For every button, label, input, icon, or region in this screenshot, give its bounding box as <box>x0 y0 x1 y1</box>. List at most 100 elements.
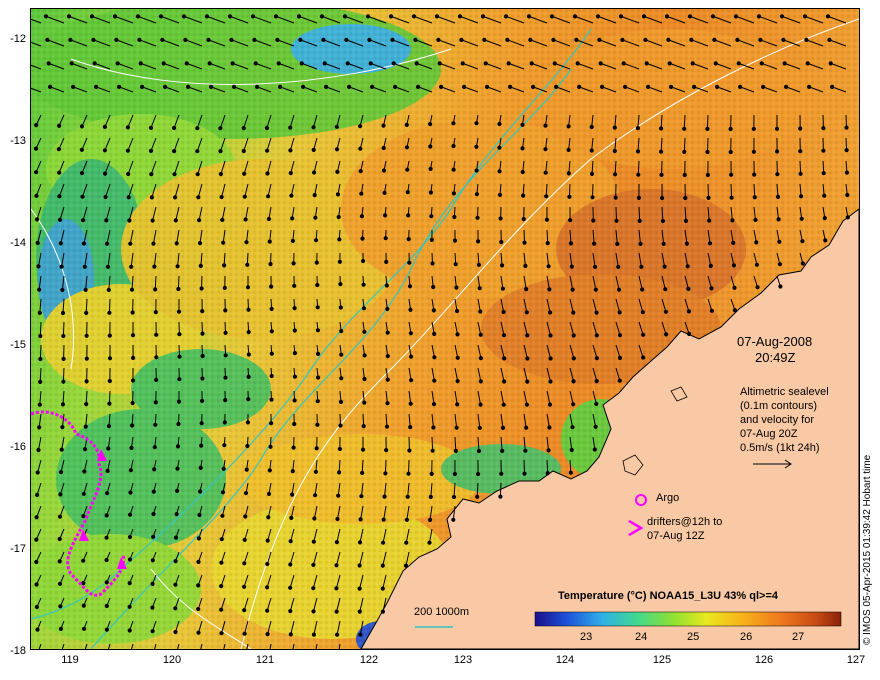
current-vector-head <box>60 310 66 316</box>
current-vector <box>39 321 42 337</box>
current-vector-head <box>230 61 235 66</box>
lon-tick: 127 <box>846 654 866 666</box>
current-vector-head <box>436 37 441 42</box>
current-vector-head <box>800 261 806 266</box>
current-vector-head <box>288 585 293 590</box>
current-vector-head <box>548 356 553 361</box>
current-vector-head <box>416 84 421 90</box>
current-vector-head <box>407 448 412 453</box>
current-vector-head <box>544 217 550 222</box>
current-vector-head <box>367 37 372 42</box>
current-vector-head <box>594 401 599 406</box>
current-vector-head <box>385 354 390 359</box>
current-vector-head <box>243 217 248 222</box>
sst-map[interactable] <box>31 9 859 649</box>
current-vector-head <box>37 402 42 407</box>
current-vector-head <box>129 445 134 450</box>
current-vector-head <box>107 378 112 384</box>
current-vector-head <box>641 355 646 360</box>
current-vector-head <box>845 215 850 220</box>
current-vector-head <box>200 353 205 359</box>
current-vector-head <box>338 399 344 404</box>
current-vector-head <box>709 286 714 291</box>
current-vector-head <box>501 333 507 338</box>
current-vector-head <box>384 448 389 453</box>
current-vector-head <box>311 125 316 130</box>
current-vector-head <box>682 149 687 154</box>
current-vector-head <box>150 581 155 587</box>
current-vector-head <box>292 351 297 356</box>
current-vector-head <box>683 195 688 201</box>
current-vector-head <box>313 215 318 220</box>
current-vector-head <box>153 422 158 427</box>
current-vector-head <box>361 424 366 429</box>
current-vector-head <box>292 328 297 333</box>
current-vector-head <box>71 84 76 90</box>
current-vector-head <box>362 400 367 405</box>
current-vector-head <box>617 333 623 338</box>
current-vector-head <box>299 61 304 66</box>
current-vector-head <box>821 171 826 176</box>
current-vector-head <box>571 310 576 315</box>
current-vector-head <box>315 305 320 310</box>
current-vector-head <box>245 420 250 425</box>
current-vector-head <box>388 14 394 19</box>
current-vector-head <box>452 238 458 243</box>
current-vector-head <box>478 402 483 407</box>
current-vector-head <box>246 330 251 335</box>
current-vector-head <box>404 517 409 522</box>
current-vector-head <box>158 14 164 19</box>
current-vector-head <box>321 37 326 42</box>
current-vector-head <box>173 629 178 635</box>
current-vector-head <box>357 563 362 568</box>
time-label: 20:49Z <box>755 350 796 365</box>
current-vector-head <box>115 61 120 66</box>
current-vector-head <box>172 149 177 154</box>
current-vector-head <box>483 61 488 66</box>
current-vector-head <box>177 377 182 382</box>
current-vector-head <box>324 84 329 90</box>
current-vector-head <box>529 61 534 66</box>
current-vector-head <box>58 470 64 475</box>
current-vector-head <box>105 468 110 473</box>
current-vector-head <box>475 215 480 220</box>
current-vector-head <box>176 399 182 404</box>
current-vector-head <box>383 471 388 476</box>
current-vector-head <box>153 310 158 315</box>
current-vector-head <box>640 310 645 315</box>
current-vector-head <box>199 443 204 448</box>
current-vector-head <box>269 284 274 289</box>
current-vector-head <box>705 172 711 178</box>
current-vector-head <box>149 172 154 177</box>
current-vector-head <box>222 443 227 448</box>
current-vector-head <box>58 604 63 609</box>
current-vector-head <box>36 264 41 269</box>
current-vector-head <box>315 399 320 404</box>
current-vector-head <box>827 37 832 42</box>
current-vector-head <box>393 84 398 90</box>
current-vector-head <box>591 218 596 223</box>
current-vector-head <box>127 604 132 609</box>
current-vector-head <box>612 125 617 130</box>
current-vector-head <box>778 284 783 289</box>
current-vector-head <box>80 194 85 199</box>
current-vector-head <box>154 355 159 360</box>
current-vector-head <box>543 123 548 128</box>
current-vector-head <box>382 494 387 499</box>
current-vector-head <box>219 537 224 542</box>
current-vector-head <box>592 264 598 269</box>
current-vector-head <box>802 14 808 19</box>
current-vector-head <box>525 356 530 361</box>
current-vector-head <box>220 513 225 518</box>
current-vector-head <box>754 262 760 267</box>
current-vector-head <box>173 606 178 611</box>
current-vector-head <box>59 447 64 452</box>
current-vector-head <box>292 374 297 379</box>
current-vector-head <box>334 124 339 129</box>
current-vector-head <box>597 37 602 42</box>
current-vector-head <box>117 84 122 90</box>
current-vector-head <box>554 84 559 90</box>
current-vector-head <box>635 126 641 131</box>
current-vector-head <box>569 264 574 269</box>
current-vector-head <box>104 627 110 632</box>
